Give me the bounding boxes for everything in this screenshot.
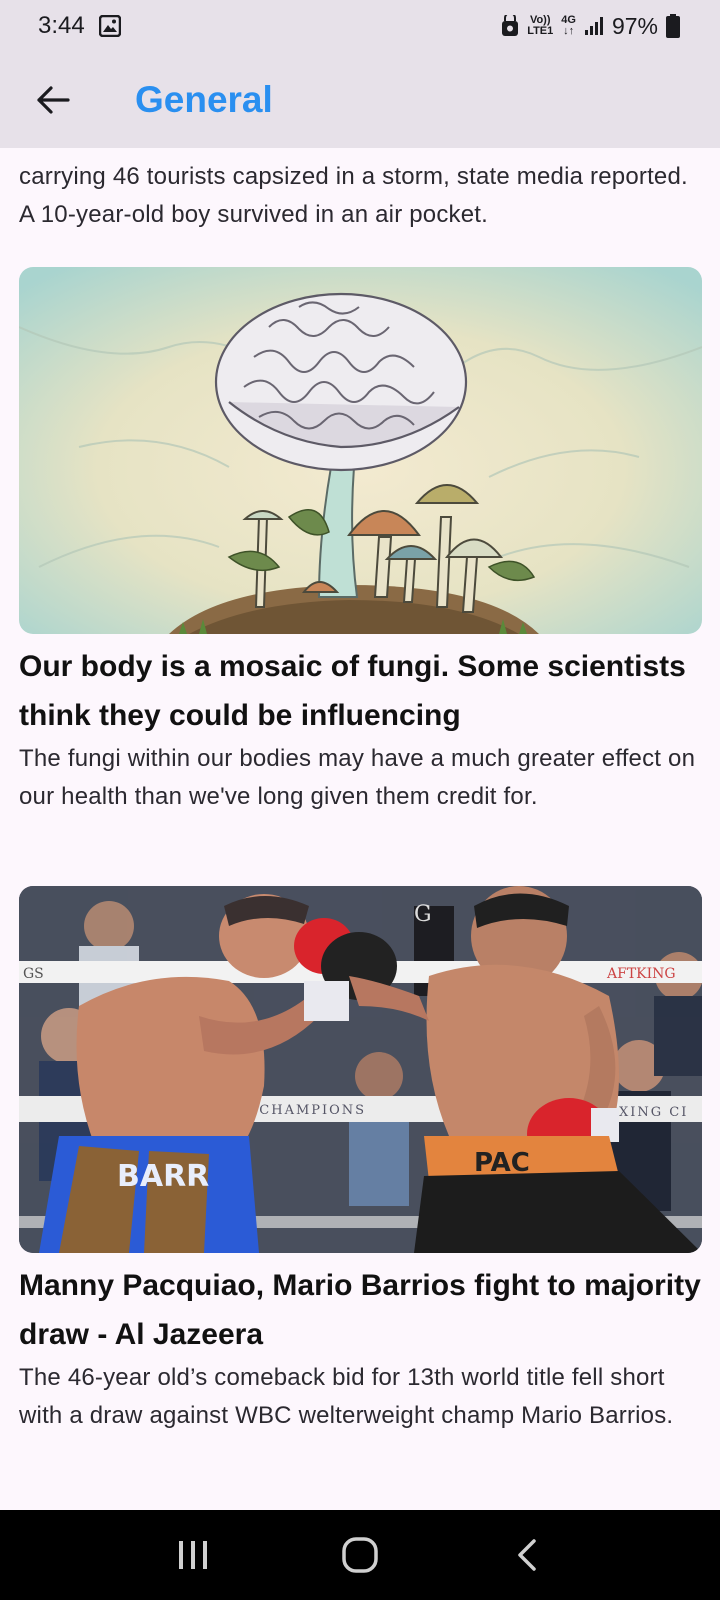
boxing-match-photo: GS AFTKING XING CHAMPIONS XING CI G BARR (19, 886, 702, 1253)
back-button[interactable] (25, 72, 81, 128)
news-item[interactable]: Our body is a mosaic of fungi. Some scie… (19, 267, 702, 816)
battery-icon (666, 14, 680, 38)
back-nav-button[interactable] (487, 1520, 567, 1590)
app-bar: General (0, 52, 720, 148)
system-nav-bar (0, 1510, 720, 1600)
recents-button[interactable] (153, 1520, 233, 1590)
ring-text-right: AFTKING (606, 966, 676, 982)
back-icon (517, 1539, 536, 1571)
volte-indicator: Vo)) LTE1 (527, 14, 554, 37)
article-description: The fungi within our bodies may have a m… (19, 745, 696, 810)
signal-strength-icon (584, 16, 604, 36)
rope-text-right: XING CI (619, 1105, 688, 1120)
home-button[interactable] (320, 1520, 400, 1590)
news-feed[interactable]: carrying 46 tourists capsized in a storm… (0, 148, 720, 1510)
home-icon (342, 1537, 378, 1573)
article-image[interactable]: GS AFTKING XING CHAMPIONS XING CI G BARR (19, 886, 702, 1253)
article-image[interactable] (19, 267, 702, 634)
network-type-indicator: 4G ↓↑ (561, 14, 576, 37)
arrow-left-icon (37, 86, 70, 114)
news-item[interactable]: carrying 46 tourists capsized in a storm… (19, 158, 702, 234)
brain-mushroom-illustration (19, 267, 702, 634)
article-title[interactable]: Our body is a mosaic of fungi. Some scie… (19, 642, 702, 740)
ring-text-left: GS (23, 966, 44, 982)
data-saver-icon (501, 15, 519, 37)
article-title[interactable]: Manny Pacquiao, Mario Barrios fight to m… (19, 1261, 702, 1359)
recents-icon (179, 1541, 208, 1569)
article-description: The 46-year old’s comeback bid for 13th … (19, 1364, 674, 1429)
article-description: carrying 46 tourists capsized in a storm… (19, 163, 688, 228)
status-bar: 3:44 Vo)) LTE1 4G ↓↑ 97% (0, 0, 720, 52)
news-item[interactable]: GS AFTKING XING CHAMPIONS XING CI G BARR (19, 886, 702, 1435)
trunks-text-left: BARR (117, 1159, 209, 1194)
trunks-text-right: PAC (474, 1148, 530, 1178)
status-time: 3:44 (38, 12, 85, 39)
gallery-notification-icon (98, 15, 121, 37)
page-title: General (135, 79, 273, 120)
battery-percent: 97% (611, 12, 658, 39)
letters-top: G (414, 902, 432, 927)
